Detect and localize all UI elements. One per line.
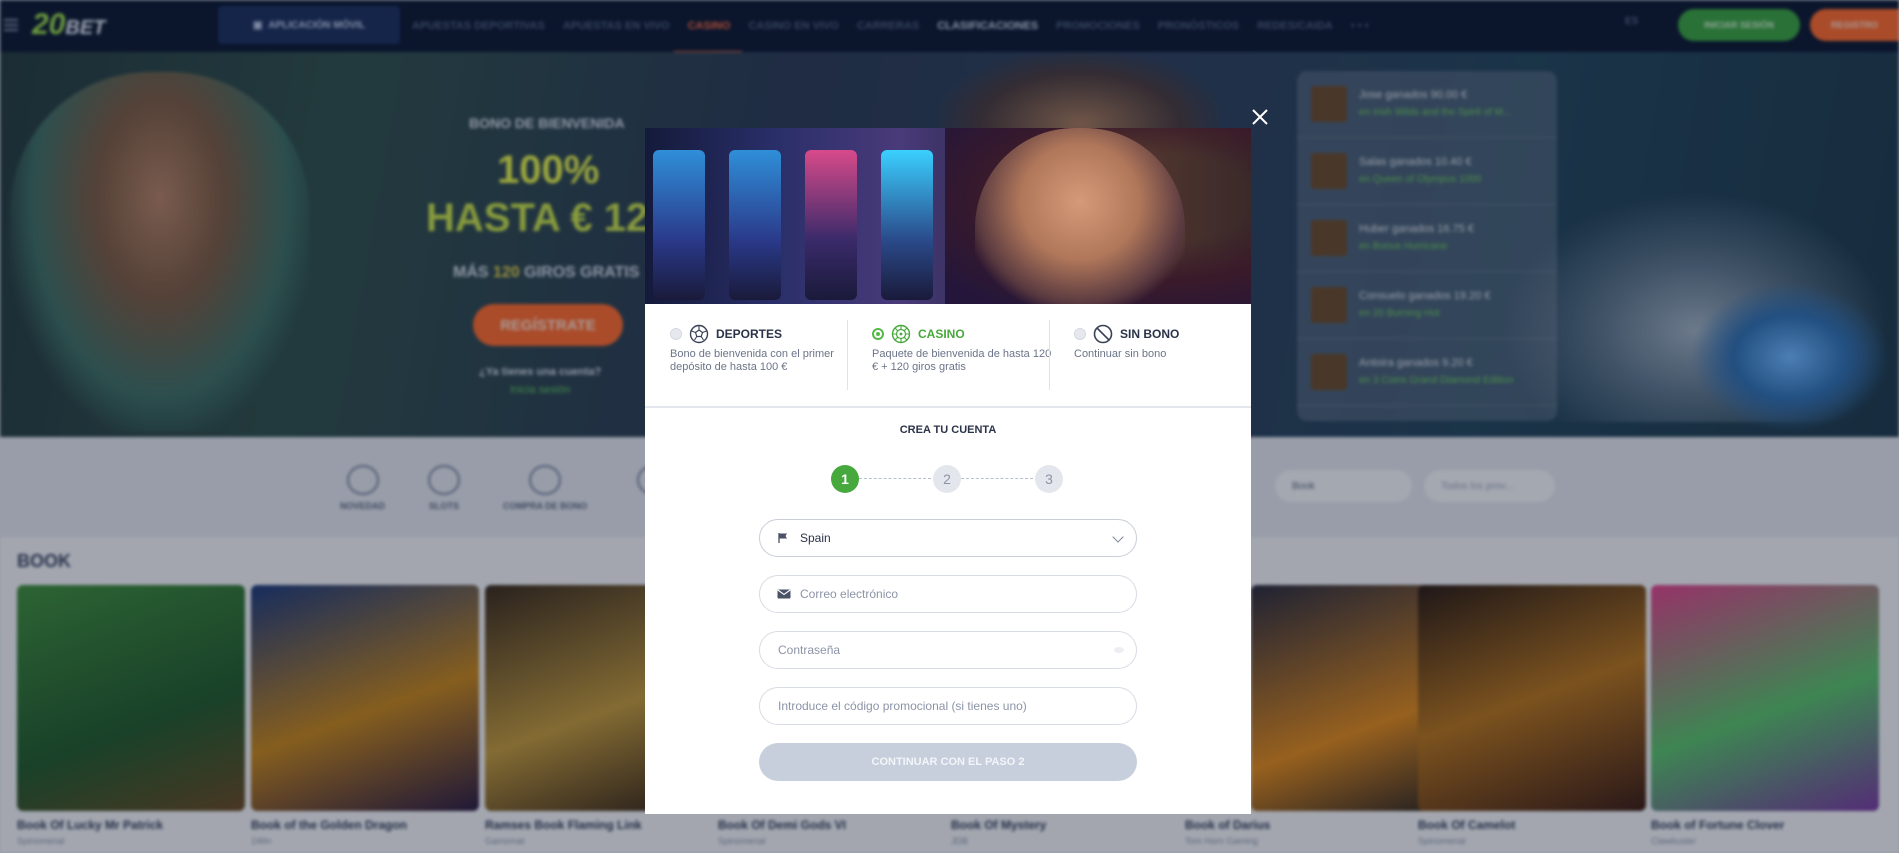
bonus-option-desc: Continuar sin bono [1074, 348, 1167, 360]
bonus-option-desc: Paquete de bienvenida de hasta 120 € + 1… [872, 348, 1052, 373]
password-input[interactable] [778, 643, 1078, 657]
continue-step-2-button[interactable]: CONTINUAR CON EL PASO 2 [759, 743, 1137, 781]
slot-machine-image [653, 150, 705, 300]
step-indicator-2: 2 [933, 465, 961, 493]
email-input[interactable] [800, 587, 1100, 601]
divider [847, 320, 848, 390]
no-bonus-icon [1093, 324, 1113, 344]
slot-machine-image [729, 150, 781, 300]
eye-icon[interactable] [1114, 647, 1124, 653]
roulette-icon [891, 324, 911, 344]
bonus-radio-sin-bono[interactable] [1074, 328, 1086, 340]
password-field[interactable] [759, 631, 1137, 669]
bonus-radio-casino[interactable] [872, 328, 884, 340]
bonus-option-title: SIN BONO [1120, 327, 1180, 341]
promo-code-field[interactable] [759, 687, 1137, 725]
step-connector [961, 478, 1033, 479]
step-indicator-1: 1 [831, 465, 859, 493]
form-heading: CREA TU CUENTA [899, 424, 997, 436]
woman-face-image [975, 128, 1185, 304]
bonus-radio-deportes[interactable] [670, 328, 682, 340]
promo-code-input[interactable] [778, 699, 1078, 713]
bonus-options: DEPORTES Bono de bienvenida con el prime… [645, 304, 1251, 408]
bonus-option-deportes[interactable]: DEPORTES Bono de bienvenida con el prime… [670, 324, 850, 374]
bonus-option-sin-bono[interactable]: SIN BONO Continuar sin bono [1074, 324, 1251, 361]
bonus-option-casino[interactable]: CASINO Paquete de bienvenida de hasta 12… [872, 324, 1052, 374]
slot-machine-image [805, 150, 857, 300]
bonus-option-title: CASINO [918, 327, 965, 341]
email-field[interactable] [759, 575, 1137, 613]
step-indicator-3: 3 [1035, 465, 1063, 493]
country-value: Spain [800, 531, 831, 545]
country-select[interactable]: Spain [759, 519, 1137, 557]
bonus-option-title: DEPORTES [716, 327, 783, 341]
chevron-down-icon [1112, 531, 1124, 543]
close-icon[interactable] [1248, 105, 1272, 129]
envelope-icon [777, 589, 791, 599]
step-connector [859, 478, 931, 479]
registration-modal: DEPORTES Bono de bienvenida con el prime… [645, 128, 1251, 814]
soccer-ball-icon [689, 324, 709, 344]
flag-icon [777, 532, 791, 544]
slot-machine-image [881, 150, 933, 300]
divider [1049, 320, 1050, 390]
bonus-option-desc: Bono de bienvenida con el primer depósit… [670, 348, 834, 373]
casino-banner-image [645, 128, 1251, 304]
